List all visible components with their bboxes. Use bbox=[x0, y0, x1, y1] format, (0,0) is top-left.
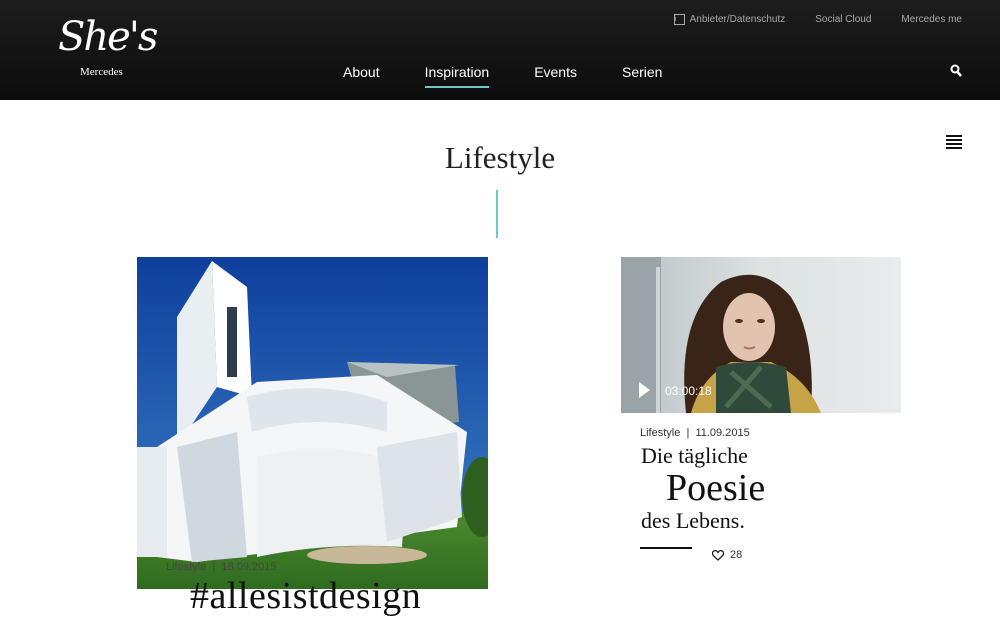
video-duration: 03:00:18 bbox=[665, 384, 712, 398]
logo-sub: Mercedes bbox=[80, 66, 123, 78]
social-cloud-link[interactable]: Social Cloud bbox=[815, 14, 871, 25]
title-accent-line bbox=[496, 190, 498, 238]
heart-icon bbox=[712, 549, 724, 561]
article-title[interactable]: #allesistdesign bbox=[190, 574, 421, 618]
mercedes-me-link[interactable]: Mercedes me bbox=[901, 14, 962, 25]
article-title-line2[interactable]: Poesie bbox=[666, 466, 765, 510]
search-icon[interactable] bbox=[950, 64, 962, 78]
like-count: 28 bbox=[730, 549, 743, 561]
shes-mercedes-logo[interactable]: She's Mercedes bbox=[58, 14, 158, 84]
video-thumbnail[interactable]: 03:00:18 bbox=[621, 257, 901, 413]
nav-events[interactable]: Events bbox=[534, 64, 577, 86]
page-title: Lifestyle bbox=[444, 140, 556, 175]
article-image-architecture[interactable] bbox=[137, 257, 488, 589]
list-view-icon[interactable] bbox=[946, 135, 962, 149]
logo-script: She's bbox=[58, 14, 158, 60]
site-header: She's Mercedes i Anbieter/Datenschutz So… bbox=[0, 0, 1000, 100]
nav-inspiration[interactable]: Inspiration bbox=[424, 64, 489, 88]
nav-serien[interactable]: Serien bbox=[622, 64, 662, 86]
likes[interactable]: 28 bbox=[712, 549, 742, 561]
article-meta: Lifestyle | 18.09.2015 bbox=[166, 561, 277, 573]
imprint-link[interactable]: i Anbieter/Datenschutz bbox=[673, 14, 785, 25]
article-meta: Lifestyle | 11.09.2015 bbox=[640, 427, 750, 439]
play-icon[interactable] bbox=[639, 382, 650, 398]
top-links: i Anbieter/Datenschutz Social Cloud Merc… bbox=[673, 14, 962, 25]
divider bbox=[640, 547, 692, 549]
article-title-line3[interactable]: des Lebens. bbox=[641, 508, 745, 534]
main-nav: About Inspiration Events Serien bbox=[343, 64, 662, 88]
info-icon: i bbox=[673, 14, 685, 25]
nav-about[interactable]: About bbox=[343, 64, 380, 86]
